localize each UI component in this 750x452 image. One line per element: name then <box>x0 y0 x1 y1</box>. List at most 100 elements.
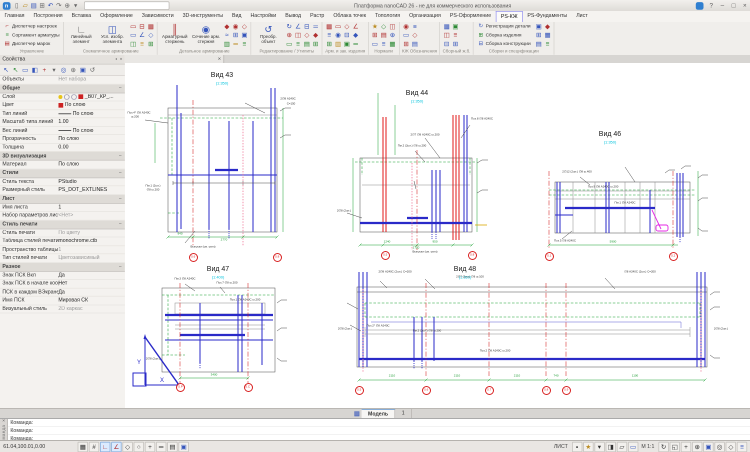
tool-icon[interactable]: ≡ <box>451 32 459 40</box>
ribbon-big-button[interactable]: ◉Сечение арм. стержня <box>192 23 221 49</box>
tool-icon[interactable]: ▤ <box>535 40 543 48</box>
panel-mode-icon[interactable]: ▣ <box>78 65 87 74</box>
cycling-icon[interactable]: ▣ <box>178 442 188 452</box>
tool-icon[interactable]: ≡ <box>138 40 146 48</box>
ribbon-button[interactable]: ↻Регистрация детали <box>476 23 532 31</box>
tool-icon[interactable]: ▥ <box>223 40 231 48</box>
tool-icon[interactable]: ◇ <box>343 23 351 31</box>
search-input[interactable] <box>84 1 169 9</box>
ribbon-button[interactable]: ⌐Диспетчер настроек <box>2 23 61 31</box>
grid-icon[interactable]: ▦ <box>78 442 88 452</box>
properties-section-header[interactable]: Разное− <box>0 263 125 272</box>
tool-icon[interactable]: ▭ <box>402 32 410 40</box>
tool-icon[interactable]: ◆ <box>312 32 320 40</box>
snap-icon[interactable]: # <box>89 442 99 452</box>
tool-icon[interactable]: ◇ <box>240 23 248 31</box>
minimize-button[interactable]: – <box>717 0 728 10</box>
ribbon-big-button[interactable]: ◫Усл. изобр. элемента <box>98 23 127 49</box>
tool-icon[interactable]: ◇ <box>411 32 419 40</box>
tool-icon[interactable]: ◫ <box>294 32 302 40</box>
tool-icon[interactable]: ═ <box>352 40 360 48</box>
tool-icon[interactable]: ◇ <box>303 32 311 40</box>
ribbon-tab-оформление[interactable]: Оформление <box>96 11 138 22</box>
copy-props-icon[interactable]: ⊕ <box>69 65 78 74</box>
tool-icon[interactable]: ≡ <box>294 40 302 48</box>
tool-icon[interactable]: ⊞ <box>147 40 155 48</box>
menu-icon[interactable]: ≡ <box>737 442 747 452</box>
property-value[interactable]: По слою <box>58 136 124 142</box>
collapse-icon[interactable]: − <box>119 170 122 176</box>
layer-on-icon[interactable] <box>58 95 62 99</box>
tool-icon[interactable]: ═ <box>312 23 320 31</box>
tool-icon[interactable]: ▭ <box>129 32 137 40</box>
tool-icon[interactable]: ◆ <box>223 23 231 31</box>
property-value[interactable]: PStudio <box>58 179 124 185</box>
layer-freeze-icon[interactable] <box>64 94 70 100</box>
tool-icon[interactable]: ⊞ <box>325 40 333 48</box>
ribbon-tab-вид[interactable]: Вид <box>227 11 246 22</box>
tool-icon[interactable]: ⊞ <box>402 40 410 48</box>
collapse-icon[interactable]: − <box>119 153 122 159</box>
command-history[interactable]: Команда:Команда:Команда: <box>8 419 750 441</box>
tool-icon[interactable]: ⊟ <box>343 32 351 40</box>
tool-icon[interactable]: ◉ <box>232 23 240 31</box>
tool-icon[interactable]: ≡ <box>240 40 248 48</box>
zoom-in-icon[interactable]: ⊕ <box>692 442 702 452</box>
tool-icon[interactable]: ⊞ <box>451 40 459 48</box>
annot-scale-icon[interactable]: ◨ <box>605 442 615 452</box>
layer-lock-icon[interactable] <box>71 94 77 100</box>
cloud-icon[interactable] <box>696 2 704 10</box>
properties-section-header[interactable]: Стиль печати− <box>0 220 125 229</box>
tool-icon[interactable]: ▤ <box>380 32 388 40</box>
tool-icon[interactable]: ≡ <box>325 32 333 40</box>
tool-icon[interactable]: ═ <box>232 40 240 48</box>
favorites-icon[interactable]: ★ <box>583 442 593 452</box>
ribbon-tab-вставка[interactable]: Вставка <box>67 11 96 22</box>
collapse-icon[interactable]: − <box>119 264 122 270</box>
dyn-input-icon[interactable]: + <box>145 442 155 452</box>
ribbon-tab-лист[interactable]: Лист <box>572 11 592 22</box>
property-value[interactable]: 0.00 <box>58 144 124 150</box>
property-value[interactable]: 1 <box>58 204 124 210</box>
property-value[interactable]: Цветозависимый <box>58 255 124 261</box>
property-value[interactable]: 1 <box>58 247 124 253</box>
properties-section-header[interactable]: 3D визуализация− <box>0 152 125 161</box>
tool-icon[interactable]: ◇ <box>380 23 388 31</box>
document-close-icon[interactable]: × <box>218 56 221 62</box>
ribbon-big-button[interactable]: ∟Линейный элемент <box>67 23 96 49</box>
tool-icon[interactable]: ⊞ <box>232 32 240 40</box>
ribbon-big-button[interactable]: ↺Преобр. объект <box>254 23 283 49</box>
ribbon-button[interactable]: ⊟Сборка конструкции <box>476 40 532 48</box>
tool-icon[interactable]: ▣ <box>451 23 459 31</box>
pin-icon[interactable]: ▪ <box>115 57 117 62</box>
open-icon[interactable]: ▱ <box>21 1 29 11</box>
tool-icon[interactable]: ▤ <box>411 40 419 48</box>
property-value[interactable]: По слою <box>58 102 124 108</box>
tool-icon[interactable]: ★ <box>371 23 379 31</box>
property-value[interactable]: _В07_КР_... <box>58 94 124 100</box>
fullscreen-icon[interactable]: ▣ <box>703 442 713 452</box>
polar-icon[interactable]: ∠ <box>111 442 121 452</box>
ribbon-tab-организация[interactable]: Организация <box>405 11 446 22</box>
properties-section-header[interactable]: Стили− <box>0 169 125 178</box>
collapse-icon[interactable]: − <box>119 221 122 227</box>
property-value[interactable]: По слою <box>58 111 124 117</box>
new-file-icon[interactable]: ▯ <box>13 1 21 11</box>
tool-icon[interactable]: ⊞ <box>371 32 379 40</box>
property-value[interactable]: Нет набора <box>58 77 124 83</box>
tool-icon[interactable]: ≡ <box>411 23 419 31</box>
otrack-icon[interactable]: ○ <box>134 442 144 452</box>
tool-icon[interactable]: ⊟ <box>138 23 146 31</box>
tool-icon[interactable]: ◉ <box>402 23 410 31</box>
ribbon-button[interactable]: ⊞Сборка изделия <box>476 32 532 40</box>
drawing-canvas[interactable]: × <box>125 55 750 408</box>
tool-icon[interactable]: ◫ <box>388 23 396 31</box>
tool-icon[interactable]: ▭ <box>129 23 137 31</box>
tool-icon[interactable]: ▦ <box>443 23 451 31</box>
osnap-icon[interactable]: ◇ <box>122 442 132 452</box>
command-panel-handle[interactable]: × Команда <box>0 419 8 441</box>
properties-section-header[interactable]: Лист− <box>0 195 125 204</box>
tool-icon[interactable]: ↻ <box>285 23 293 31</box>
tool-icon[interactable]: ⊕ <box>285 32 293 40</box>
tool-icon[interactable]: ⊟ <box>303 23 311 31</box>
